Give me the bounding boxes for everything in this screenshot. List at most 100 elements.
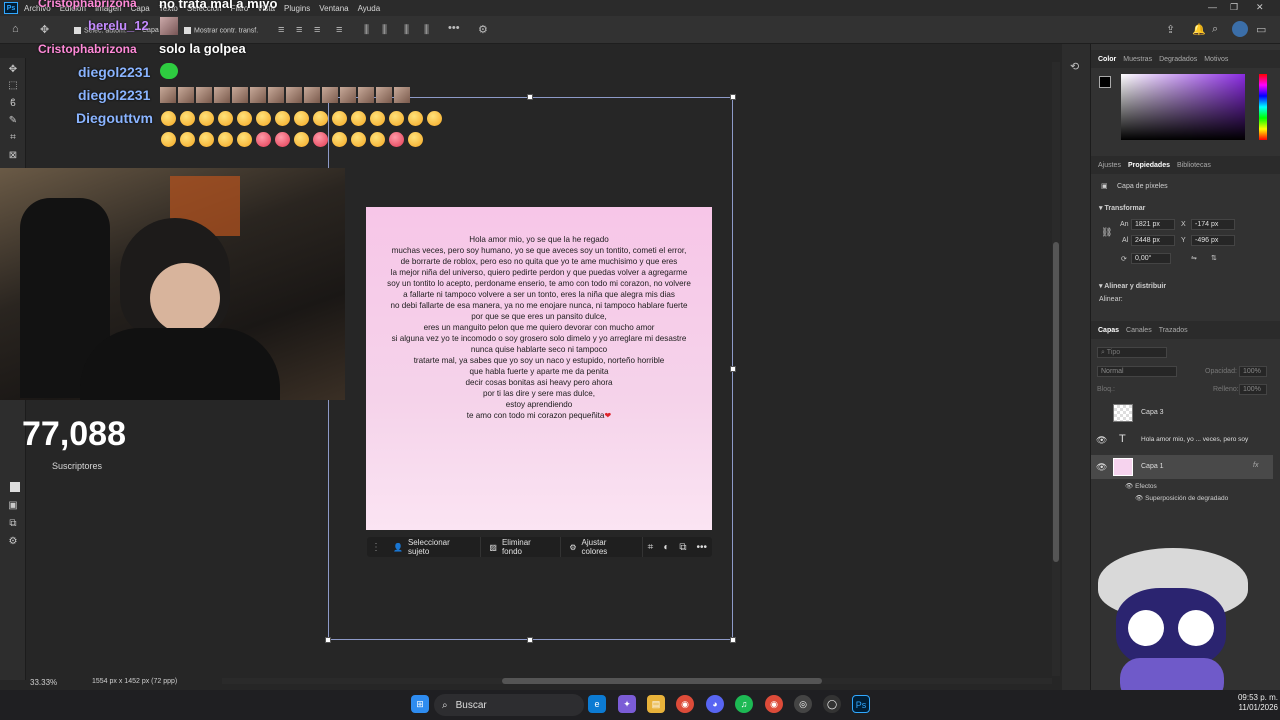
transform-handle-bl[interactable] bbox=[325, 637, 331, 643]
chrome-icon[interactable]: ◉ bbox=[676, 695, 694, 713]
move-tool-icon[interactable]: ✥ bbox=[40, 23, 49, 36]
menu-ayuda[interactable]: Ayuda bbox=[358, 4, 381, 13]
notifications-bell-icon[interactable]: 🔔 bbox=[1192, 23, 1206, 36]
lasso-tool-icon[interactable]: ϐ bbox=[6, 98, 20, 110]
search-icon[interactable]: ⌕ bbox=[1212, 23, 1218, 36]
tab-degradados[interactable]: Degradados bbox=[1159, 56, 1197, 63]
opacity-field[interactable]: 100% bbox=[1239, 366, 1267, 377]
width-field[interactable]: 1821 px bbox=[1131, 219, 1175, 230]
layer-row-selected[interactable]: 👁 Capa 1 fx bbox=[1091, 455, 1273, 479]
frame-tool-icon[interactable]: ⊠ bbox=[6, 150, 20, 162]
distribute-icon[interactable]: ⫼ bbox=[404, 24, 409, 37]
share-icon[interactable]: ⇪ bbox=[1166, 23, 1175, 36]
color-picker-field[interactable] bbox=[1121, 74, 1245, 140]
horizontal-scroll-thumb[interactable] bbox=[502, 678, 822, 684]
workspace-icon[interactable]: ▭ bbox=[1256, 23, 1266, 36]
system-clock[interactable]: 09:53 p. m. 11/01/2026 bbox=[1224, 693, 1278, 713]
visibility-eye-icon[interactable]: 👁 bbox=[1096, 462, 1107, 473]
align-bottom-icon[interactable]: ⫼ bbox=[382, 24, 387, 37]
restore-icon[interactable]: ❐ bbox=[1230, 2, 1238, 13]
foreground-color-swatch[interactable] bbox=[10, 482, 20, 492]
link-proportions-icon[interactable]: ⛓ bbox=[1101, 227, 1112, 238]
select-subject-button[interactable]: 👤 Seleccionar sujeto bbox=[385, 537, 482, 557]
align-section-header[interactable]: ▾ Alinear y distribuir bbox=[1099, 282, 1166, 290]
hue-slider[interactable] bbox=[1259, 74, 1267, 140]
x-field[interactable]: -174 px bbox=[1191, 219, 1235, 230]
copilot-icon[interactable]: ✦ bbox=[618, 695, 636, 713]
chrome-profile-icon[interactable]: ◉ bbox=[765, 695, 783, 713]
horizontal-scrollbar[interactable] bbox=[222, 678, 1052, 684]
align-top-icon[interactable]: ≡ bbox=[336, 24, 342, 36]
edit-toolbar-icon[interactable]: ⚙ bbox=[6, 536, 20, 548]
vertical-scroll-thumb[interactable] bbox=[1053, 242, 1059, 562]
history-icon[interactable]: ⟲ bbox=[1070, 60, 1079, 73]
settings-gear-icon[interactable]: ⚙ bbox=[478, 23, 488, 36]
user-avatar[interactable] bbox=[1232, 21, 1248, 37]
distribute-spacing-icon[interactable]: ⫼ bbox=[424, 24, 429, 37]
home-icon[interactable]: ⌂ bbox=[12, 23, 19, 35]
flip-vertical-icon[interactable]: ⇅ bbox=[1211, 254, 1217, 262]
marquee-tool-icon[interactable]: ⬚ bbox=[6, 80, 20, 92]
transform-handle-br[interactable] bbox=[730, 637, 736, 643]
vertical-scrollbar[interactable] bbox=[1052, 62, 1060, 676]
tab-canales[interactable]: Canales bbox=[1126, 327, 1152, 334]
close-icon[interactable]: ✕ bbox=[1256, 2, 1264, 13]
menu-ventana[interactable]: Ventana bbox=[319, 4, 348, 13]
minimize-icon[interactable]: — bbox=[1208, 2, 1217, 12]
blend-mode-select[interactable]: Normal bbox=[1097, 366, 1177, 377]
fill-field[interactable]: 100% bbox=[1239, 384, 1267, 395]
app-icon[interactable]: ◯ bbox=[823, 695, 841, 713]
move-tool-icon[interactable]: ✥ bbox=[6, 64, 20, 76]
zoom-level[interactable]: 33.33% bbox=[30, 678, 57, 687]
fx-badge[interactable]: fx bbox=[1253, 462, 1258, 469]
align-middle-icon[interactable]: ⫼ bbox=[364, 24, 369, 37]
tab-motivos[interactable]: Motivos bbox=[1204, 56, 1228, 63]
layer-filter-input[interactable]: ⌕ Tipo bbox=[1097, 347, 1167, 358]
effects-row[interactable]: 👁 Efectos bbox=[1125, 482, 1157, 490]
foreground-color-swatch[interactable] bbox=[1099, 76, 1111, 88]
tab-propiedades[interactable]: Propiedades bbox=[1128, 162, 1170, 169]
adjustment-icon[interactable]: ◐ bbox=[658, 542, 674, 553]
align-center-icon[interactable]: ≡ bbox=[296, 24, 302, 36]
flip-horizontal-icon[interactable]: ⇋ bbox=[1191, 254, 1197, 262]
transform-handle-tr[interactable] bbox=[730, 94, 736, 100]
layer-name[interactable]: Capa 1 bbox=[1141, 463, 1164, 470]
edge-browser-icon[interactable]: e bbox=[588, 695, 606, 713]
show-transform-checkbox[interactable]: Mostrar contr. transf. bbox=[184, 27, 258, 34]
tab-capas[interactable]: Capas bbox=[1098, 327, 1119, 334]
file-explorer-icon[interactable]: ▤ bbox=[647, 695, 665, 713]
drag-grip-icon[interactable]: ⋮ bbox=[367, 542, 385, 553]
layer-name[interactable]: Capa 3 bbox=[1141, 409, 1164, 416]
layer-row[interactable]: 👁 T Hola amor mio, yo ... veces, pero so… bbox=[1091, 428, 1273, 452]
more-options-icon[interactable]: ••• bbox=[448, 22, 460, 34]
angle-field[interactable]: 0,00° bbox=[1131, 253, 1171, 264]
remove-background-button[interactable]: ▨ Eliminar fondo bbox=[481, 537, 562, 557]
y-field[interactable]: -496 px bbox=[1191, 235, 1235, 246]
screen-mode-icon[interactable]: ⧉ bbox=[6, 518, 20, 530]
height-field[interactable]: 2448 px bbox=[1131, 235, 1175, 246]
adjust-colors-button[interactable]: ⚙ Ajustar colores bbox=[561, 537, 643, 557]
spotify-icon[interactable]: ♫ bbox=[735, 695, 753, 713]
transform-section-header[interactable]: ▾ Transformar bbox=[1099, 204, 1145, 212]
discord-icon[interactable]: ◕ bbox=[706, 695, 724, 713]
transform-handle-b[interactable] bbox=[527, 637, 533, 643]
layer-row[interactable]: Capa 3 bbox=[1091, 401, 1273, 425]
menu-plugins[interactable]: Plugins bbox=[284, 4, 310, 13]
transform-handle-r[interactable] bbox=[730, 366, 736, 372]
transform-handle-t[interactable] bbox=[527, 94, 533, 100]
align-left-icon[interactable]: ≡ bbox=[278, 24, 284, 36]
transform-icon[interactable]: ⌗ bbox=[643, 542, 659, 553]
tab-trazados[interactable]: Trazados bbox=[1159, 327, 1188, 334]
windows-start-icon[interactable]: ⊞ bbox=[411, 695, 429, 713]
more-icon[interactable]: ••• bbox=[692, 542, 713, 553]
tab-color[interactable]: Color bbox=[1098, 56, 1116, 63]
photoshop-taskbar-icon[interactable]: Ps bbox=[852, 695, 870, 713]
obs-icon[interactable]: ◎ bbox=[794, 695, 812, 713]
align-right-icon[interactable]: ≡ bbox=[314, 24, 320, 36]
quick-mask-icon[interactable]: ▣ bbox=[6, 500, 20, 512]
crop-tool-icon[interactable]: ⌗ bbox=[6, 132, 20, 144]
taskbar-search[interactable]: ⌕ Buscar bbox=[434, 694, 584, 716]
mask-icon[interactable]: ⧉ bbox=[674, 542, 691, 553]
transform-bounding-box[interactable] bbox=[325, 94, 736, 643]
tab-muestras[interactable]: Muestras bbox=[1123, 56, 1152, 63]
